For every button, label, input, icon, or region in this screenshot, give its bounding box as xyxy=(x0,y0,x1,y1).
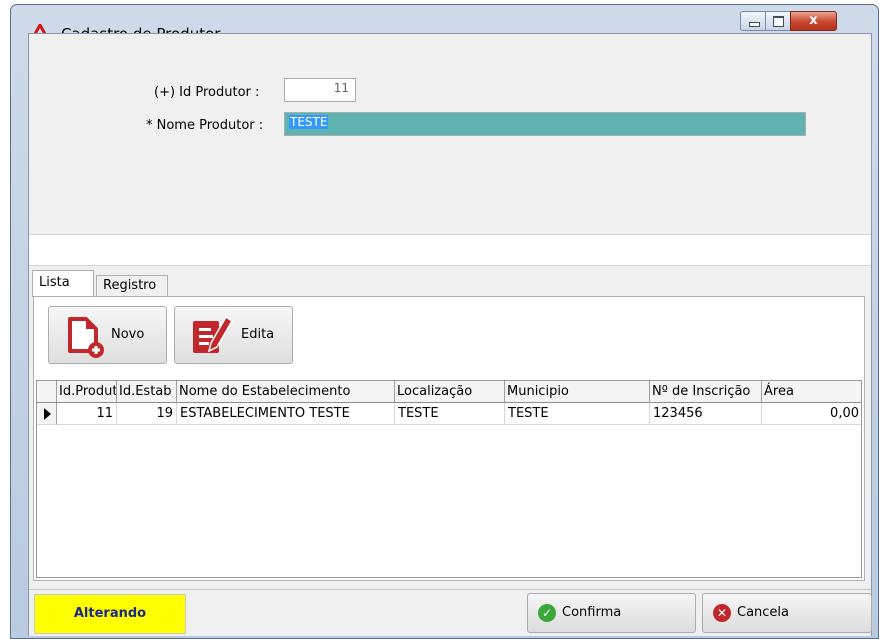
grid-corner xyxy=(37,381,57,403)
edita-button[interactable]: Edita xyxy=(174,306,293,364)
novo-button[interactable]: Novo xyxy=(48,306,167,364)
grid-cell[interactable]: TESTE xyxy=(395,403,505,425)
column-header[interactable]: Localização xyxy=(395,381,505,403)
edit-document-icon xyxy=(193,315,234,353)
new-document-icon xyxy=(68,317,104,358)
column-header[interactable]: Id.Produtor xyxy=(57,381,117,403)
grid-cell[interactable]: 123456 xyxy=(650,403,762,425)
minimize-button[interactable] xyxy=(740,11,766,31)
confirma-button[interactable]: ✓ Confirma xyxy=(527,593,696,633)
grid-cell[interactable]: TESTE xyxy=(505,403,650,425)
status-bar: Alterando ✓ Confirma ✕ Cancela xyxy=(29,589,872,636)
cancela-label: Cancela xyxy=(737,605,790,620)
nome-produtor-label: * Nome Produtor : xyxy=(146,118,264,133)
check-icon: ✓ xyxy=(538,604,556,622)
column-header[interactable]: Área xyxy=(762,381,861,403)
app-window: Cadastro de Produtor x (+) Id Produtor :… xyxy=(10,4,879,639)
grid-cell[interactable]: ESTABELECIMENTO TESTE xyxy=(177,403,395,425)
client-area: (+) Id Produtor : 11 * Nome Produtor : T… xyxy=(28,33,872,636)
close-button[interactable]: x xyxy=(790,11,837,31)
tab-panel-lista: Novo Edita Id.Produtor Id.Estab Nome do … xyxy=(33,296,865,581)
separator-panel xyxy=(29,234,871,266)
grid-cell[interactable]: 0,00 xyxy=(762,403,861,425)
tab-registro[interactable]: Registro xyxy=(96,275,168,297)
grid-cell[interactable]: 11 xyxy=(57,403,117,425)
close-icon: x xyxy=(809,13,818,28)
establishments-grid: Id.Produtor Id.Estab Nome do Estabelecim… xyxy=(36,380,862,578)
row-indicator[interactable] xyxy=(37,403,57,425)
grid-cell[interactable]: 19 xyxy=(117,403,177,425)
tab-lista[interactable]: Lista xyxy=(32,270,94,297)
maximize-icon xyxy=(773,16,784,27)
cancel-icon: ✕ xyxy=(713,604,731,622)
confirma-label: Confirma xyxy=(562,605,622,620)
column-header[interactable]: Municipio xyxy=(505,381,650,403)
nome-produtor-value: TESTE xyxy=(289,115,329,129)
column-header[interactable]: Id.Estab xyxy=(117,381,177,403)
mode-indicator: Alterando xyxy=(34,594,186,634)
id-produtor-field[interactable]: 11 xyxy=(284,78,356,102)
minimize-icon xyxy=(749,22,760,27)
id-produtor-label: (+) Id Produtor : xyxy=(154,85,260,100)
nome-produtor-input[interactable]: TESTE xyxy=(284,112,806,136)
column-header[interactable]: Nº de Inscrição xyxy=(650,381,762,403)
edita-label: Edita xyxy=(241,327,275,342)
novo-label: Novo xyxy=(111,327,145,342)
column-header[interactable]: Nome do Estabelecimento xyxy=(177,381,395,403)
cancela-button[interactable]: ✕ Cancela xyxy=(702,593,872,633)
maximize-button[interactable] xyxy=(765,11,791,31)
current-row-arrow-icon xyxy=(44,408,51,420)
